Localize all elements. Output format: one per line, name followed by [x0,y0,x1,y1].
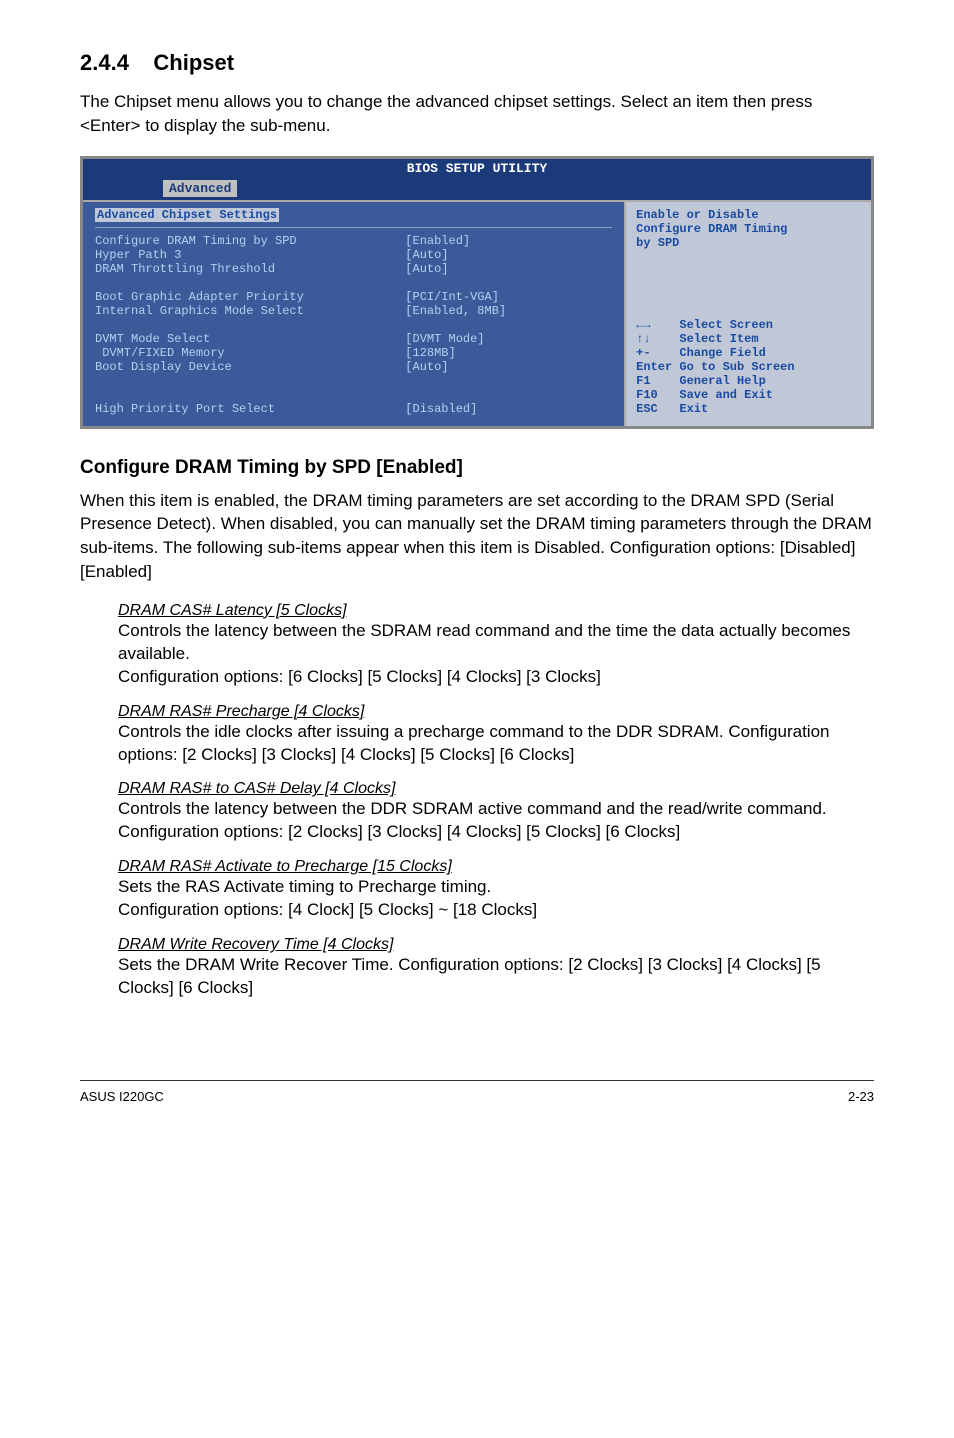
bios-setting-label [95,276,405,290]
bios-setting-label: DVMT Mode Select [95,332,405,346]
bios-setting-value: [Enabled, 8MB] [405,304,612,318]
bios-setting-row[interactable]: Boot Graphic Adapter Priority[PCI/Int-VG… [95,290,612,304]
bios-setting-row[interactable]: High Priority Port Select[Disabled] [95,402,612,416]
bios-setting-value [405,388,612,402]
bios-setting-value [405,318,612,332]
bios-keyhelp-row: F10 Save and Exit [636,388,861,402]
bios-keyhelp-row: ←→ Select Screen [636,318,861,332]
bios-setting-row[interactable]: Hyper Path 3[Auto] [95,248,612,262]
bios-setting-value: [128MB] [405,346,612,360]
subitems: DRAM CAS# Latency [5 Clocks]Controls the… [80,602,874,1000]
dram-subitem: DRAM RAS# Precharge [4 Clocks]Controls t… [118,703,874,767]
page-footer: ASUS I220GC 2-23 [80,1080,874,1104]
bios-setting-value: [Enabled] [405,234,612,248]
bios-setting-label: Configure DRAM Timing by SPD [95,234,405,248]
section-title-text: Chipset [153,50,234,75]
bios-setting-value: [Auto] [405,248,612,262]
section-heading: 2.4.4 Chipset [80,50,874,76]
subitem-body: Sets the RAS Activate timing to Precharg… [118,876,874,922]
bios-setting-label: Hyper Path 3 [95,248,405,262]
bios-left-panel: Advanced Chipset Settings Configure DRAM… [83,202,626,426]
bios-setting-row[interactable]: Configure DRAM Timing by SPD[Enabled] [95,234,612,248]
help-line3: by SPD [636,236,861,250]
help-line1: Enable or Disable [636,208,861,222]
bios-title: BIOS SETUP UTILITY [83,159,871,178]
bios-setting-label: Boot Display Device [95,360,405,374]
subitem-title: DRAM CAS# Latency [5 Clocks] [118,602,874,620]
section-number: 2.4.4 [80,50,129,75]
bios-keyhelp-row: ESC Exit [636,402,861,416]
footer-left: ASUS I220GC [80,1089,164,1104]
bios-body: Advanced Chipset Settings Configure DRAM… [83,200,871,426]
subitem-title: DRAM Write Recovery Time [4 Clocks] [118,936,874,954]
bios-help-text: Enable or Disable Configure DRAM Timing … [636,208,861,250]
bios-setup-window: BIOS SETUP UTILITY Advanced Advanced Chi… [80,156,874,429]
bios-menubar: Advanced [83,178,871,200]
subitem-title: DRAM RAS# Precharge [4 Clocks] [118,703,874,721]
subitem-body: Controls the latency between the SDRAM r… [118,620,874,689]
bios-setting-label: High Priority Port Select [95,402,405,416]
bios-help-panel: Enable or Disable Configure DRAM Timing … [626,202,871,426]
bios-setting-row[interactable]: DVMT/FIXED Memory[128MB] [95,346,612,360]
dram-subitem: DRAM RAS# to CAS# Delay [4 Clocks]Contro… [118,780,874,844]
bios-setting-value: [PCI/Int-VGA] [405,290,612,304]
subitem-body: Controls the latency between the DDR SDR… [118,798,874,844]
bios-keyhelp: ←→ Select Screen↑↓ Select Item+- Change … [636,318,861,416]
bios-setting-value: [DVMT Mode] [405,332,612,346]
help-line2: Configure DRAM Timing [636,222,861,236]
bios-setting-label: Boot Graphic Adapter Priority [95,290,405,304]
section-description: The Chipset menu allows you to change th… [80,90,874,138]
subitem-title: DRAM RAS# Activate to Precharge [15 Cloc… [118,858,874,876]
bios-keyhelp-row: +- Change Field [636,346,861,360]
bios-keyhelp-row: Enter Go to Sub Screen [636,360,861,374]
dram-subitem: DRAM RAS# Activate to Precharge [15 Cloc… [118,858,874,922]
subitem-title: DRAM RAS# to CAS# Delay [4 Clocks] [118,780,874,798]
bios-setting-label: DRAM Throttling Threshold [95,262,405,276]
bios-setting-label [95,388,405,402]
bios-setting-value [405,374,612,388]
bios-setting-row [95,374,612,388]
bios-divider [95,227,612,228]
bios-setting-row[interactable]: DVMT Mode Select[DVMT Mode] [95,332,612,346]
bios-setting-row [95,276,612,290]
dram-subitem: DRAM CAS# Latency [5 Clocks]Controls the… [118,602,874,689]
bios-setting-value: [Auto] [405,262,612,276]
config-dram-para: When this item is enabled, the DRAM timi… [80,489,874,584]
bios-setting-label: DVMT/FIXED Memory [95,346,405,360]
bios-keyhelp-row: ↑↓ Select Item [636,332,861,346]
bios-setting-row [95,388,612,402]
bios-rows: Configure DRAM Timing by SPD[Enabled]Hyp… [95,234,612,416]
bios-setting-row[interactable]: Boot Display Device[Auto] [95,360,612,374]
bios-tab-advanced[interactable]: Advanced [163,180,237,197]
subitem-body: Controls the idle clocks after issuing a… [118,721,874,767]
footer-right: 2-23 [848,1089,874,1104]
bios-panel-heading: Advanced Chipset Settings [95,208,612,224]
config-dram-heading: Configure DRAM Timing by SPD [Enabled] [80,457,874,479]
bios-setting-row[interactable]: DRAM Throttling Threshold[Auto] [95,262,612,276]
bios-setting-value [405,276,612,290]
bios-setting-row [95,318,612,332]
bios-setting-value: [Auto] [405,360,612,374]
bios-setting-label [95,318,405,332]
bios-setting-value: [Disabled] [405,402,612,416]
bios-setting-label [95,374,405,388]
bios-setting-label: Internal Graphics Mode Select [95,304,405,318]
dram-subitem: DRAM Write Recovery Time [4 Clocks]Sets … [118,936,874,1000]
bios-keyhelp-row: F1 General Help [636,374,861,388]
bios-setting-row[interactable]: Internal Graphics Mode Select[Enabled, 8… [95,304,612,318]
subitem-body: Sets the DRAM Write Recover Time. Config… [118,954,874,1000]
